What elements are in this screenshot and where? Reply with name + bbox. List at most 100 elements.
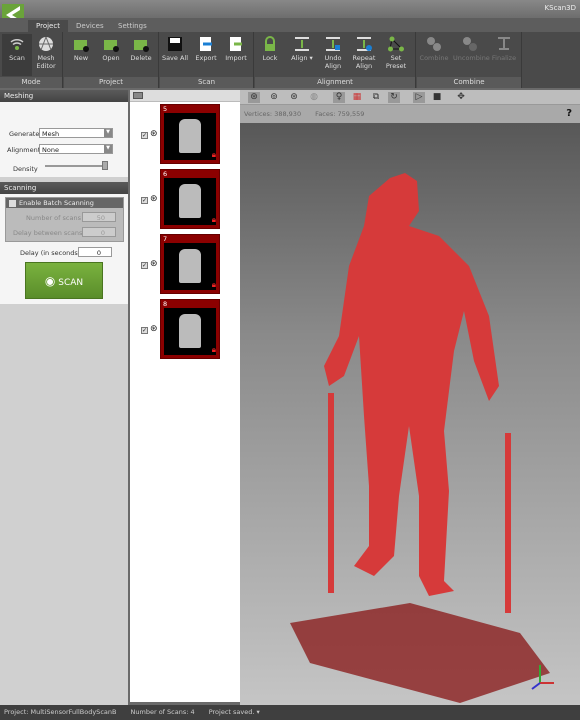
wireframe-view-icon[interactable]: ⊛ bbox=[288, 92, 300, 103]
ribbon-tabs: Project Devices Settings bbox=[0, 18, 580, 32]
scan-number: 7 bbox=[163, 235, 168, 243]
scan-list-header bbox=[130, 90, 240, 102]
batch-group: Enable Batch Scanning Number of scans 50… bbox=[5, 197, 124, 242]
delay-between-input[interactable]: 0 bbox=[82, 227, 116, 237]
density-slider[interactable] bbox=[45, 165, 107, 167]
color-grid-icon[interactable]: ▦ bbox=[351, 92, 363, 103]
export-button[interactable]: Export bbox=[191, 34, 221, 76]
import-button[interactable]: Import bbox=[221, 34, 251, 76]
help-button[interactable]: ? bbox=[566, 108, 572, 119]
ribbon: Scan Mesh Editor Mode New Open Delete Pr… bbox=[0, 32, 580, 88]
generate-select[interactable]: Mesh ▼ bbox=[39, 128, 113, 138]
scan-visibility-checkbox[interactable]: ✓ bbox=[141, 327, 148, 334]
set-preset-button[interactable]: Set Preset bbox=[381, 34, 411, 76]
group-label-mode: Mode bbox=[0, 77, 62, 88]
left-panel: Meshing Generate Mesh ▼ Alignment None ▼ D… bbox=[0, 90, 128, 705]
density-slider-handle[interactable] bbox=[102, 161, 108, 170]
group-label-combine: Combine bbox=[417, 77, 521, 88]
num-scans-input[interactable]: 50 bbox=[82, 212, 116, 222]
scan-preview bbox=[164, 178, 216, 225]
align-icon bbox=[295, 37, 309, 51]
points-view-icon[interactable]: ◍ bbox=[308, 92, 320, 103]
delete-button[interactable]: Delete bbox=[126, 34, 156, 76]
undo-align-button[interactable]: Undo Align bbox=[318, 34, 348, 76]
save-all-button[interactable]: Save All bbox=[160, 34, 190, 76]
lock-icon: 🔒︎ bbox=[211, 345, 216, 354]
tab-settings[interactable]: Settings bbox=[110, 20, 155, 32]
3d-viewport[interactable]: ⊛ ⊚ ⊛ ◍ ♀ ▦ ⧉ ↻ ▷ ■ ✥ Vertices: 388,930 … bbox=[240, 90, 580, 705]
mesh-editor-button[interactable]: Mesh Editor bbox=[31, 34, 61, 76]
vertices-value: 388,930 bbox=[274, 110, 302, 118]
tab-project[interactable]: Project bbox=[28, 20, 68, 32]
status-saved[interactable]: Project saved. ▾ bbox=[209, 708, 260, 716]
delay-input[interactable]: 0 bbox=[78, 247, 112, 257]
scan-number: 6 bbox=[163, 170, 168, 178]
uncombine-icon bbox=[463, 37, 477, 51]
undo-align-icon bbox=[326, 37, 340, 51]
mesh-info: Vertices: 388,930 Faces: 759,559 ? bbox=[240, 105, 580, 123]
repeat-align-button[interactable]: Repeat Align bbox=[349, 34, 379, 76]
scan-visibility-checkbox[interactable]: ✓ bbox=[141, 197, 148, 204]
group-label-alignment: Alignment bbox=[255, 77, 415, 88]
combine-icon bbox=[427, 37, 441, 51]
scan-thumbnail[interactable]: 5 🔒︎ bbox=[160, 104, 220, 164]
light-icon[interactable]: ♀ bbox=[333, 92, 345, 103]
group-combine: Combine Uncombine Finalize Combine bbox=[417, 32, 522, 88]
density-label: Density bbox=[13, 165, 38, 173]
status-bar: Project: MultiSensorFullBodyScanB Number… bbox=[0, 705, 580, 720]
scan-preview bbox=[164, 308, 216, 355]
title-bar: KScan3D bbox=[0, 0, 580, 26]
scan-preview bbox=[164, 243, 216, 290]
finalize-button[interactable]: Finalize bbox=[489, 34, 519, 76]
meshing-panel: Generate Mesh ▼ Alignment None ▼ Density bbox=[0, 102, 128, 177]
scan-visibility-checkbox[interactable]: ✓ bbox=[141, 132, 148, 139]
bounding-box-icon[interactable]: ⧉ bbox=[370, 92, 382, 103]
viewport-toolbar: ⊛ ⊚ ⊛ ◍ ♀ ▦ ⧉ ↻ ▷ ■ ✥ bbox=[240, 90, 580, 105]
lock-button[interactable]: Lock bbox=[255, 34, 285, 76]
orthographic-icon[interactable]: ■ bbox=[431, 92, 443, 103]
alignment-label: Alignment bbox=[7, 146, 41, 154]
batch-checkbox[interactable] bbox=[9, 199, 16, 207]
scanning-header: Scanning bbox=[0, 182, 128, 194]
perspective-icon[interactable]: ▷ bbox=[413, 92, 425, 103]
lock-icon: 🔒︎ bbox=[211, 280, 216, 289]
new-button[interactable]: New bbox=[66, 34, 96, 76]
preset-icon bbox=[388, 36, 404, 52]
mesh-icon: ⊛ bbox=[150, 259, 158, 269]
tab-devices[interactable]: Devices bbox=[68, 20, 112, 32]
delay-label: Delay (in seconds) bbox=[20, 249, 81, 257]
rotate-icon[interactable]: ↻ bbox=[388, 92, 400, 103]
open-button[interactable]: Open bbox=[96, 34, 126, 76]
scan-thumbnail[interactable]: 8 🔒︎ bbox=[160, 299, 220, 359]
scan-button[interactable]: ◉ SCAN bbox=[25, 262, 103, 299]
mesh-icon: ⊛ bbox=[150, 194, 158, 204]
wifi-icon: ◉ bbox=[44, 274, 56, 288]
align-button[interactable]: Align ▾ bbox=[287, 34, 317, 76]
meshing-header: Meshing bbox=[0, 90, 128, 102]
chevron-down-icon: ▼ bbox=[104, 145, 112, 153]
alignment-select[interactable]: None ▼ bbox=[39, 144, 113, 154]
group-label-project: Project bbox=[64, 77, 158, 88]
combine-button[interactable]: Combine bbox=[419, 34, 449, 76]
wifi-icon bbox=[10, 38, 24, 50]
status-scan-count: Number of Scans: 4 bbox=[130, 708, 195, 716]
scan-preview bbox=[164, 113, 216, 160]
mesh-icon bbox=[39, 36, 53, 51]
scan-thumbnail[interactable]: 6 🔒︎ bbox=[160, 169, 220, 229]
lock-icon: 🔒︎ bbox=[211, 150, 216, 159]
mesh-icon: ⊛ bbox=[150, 324, 158, 334]
move-icon[interactable]: ✥ bbox=[455, 92, 467, 103]
mesh-view-icon[interactable]: ⊛ bbox=[248, 92, 260, 103]
generate-label: Generate bbox=[9, 130, 40, 138]
scan-thumbnail[interactable]: 7 🔒︎ bbox=[160, 234, 220, 294]
batch-header: Enable Batch Scanning bbox=[6, 198, 123, 208]
group-alignment: Lock Align ▾ Undo Align Repeat Align Set… bbox=[255, 32, 416, 88]
thumbnail-view-icon[interactable] bbox=[133, 92, 143, 99]
uncombine-button[interactable]: Uncombine bbox=[453, 34, 490, 76]
floppy-icon bbox=[168, 37, 182, 51]
scan-mode-button[interactable]: Scan bbox=[2, 34, 32, 76]
group-mode: Scan Mesh Editor Mode bbox=[0, 32, 63, 88]
scan-number: 5 bbox=[163, 105, 168, 113]
scan-visibility-checkbox[interactable]: ✓ bbox=[141, 262, 148, 269]
texture-view-icon[interactable]: ⊚ bbox=[268, 92, 280, 103]
